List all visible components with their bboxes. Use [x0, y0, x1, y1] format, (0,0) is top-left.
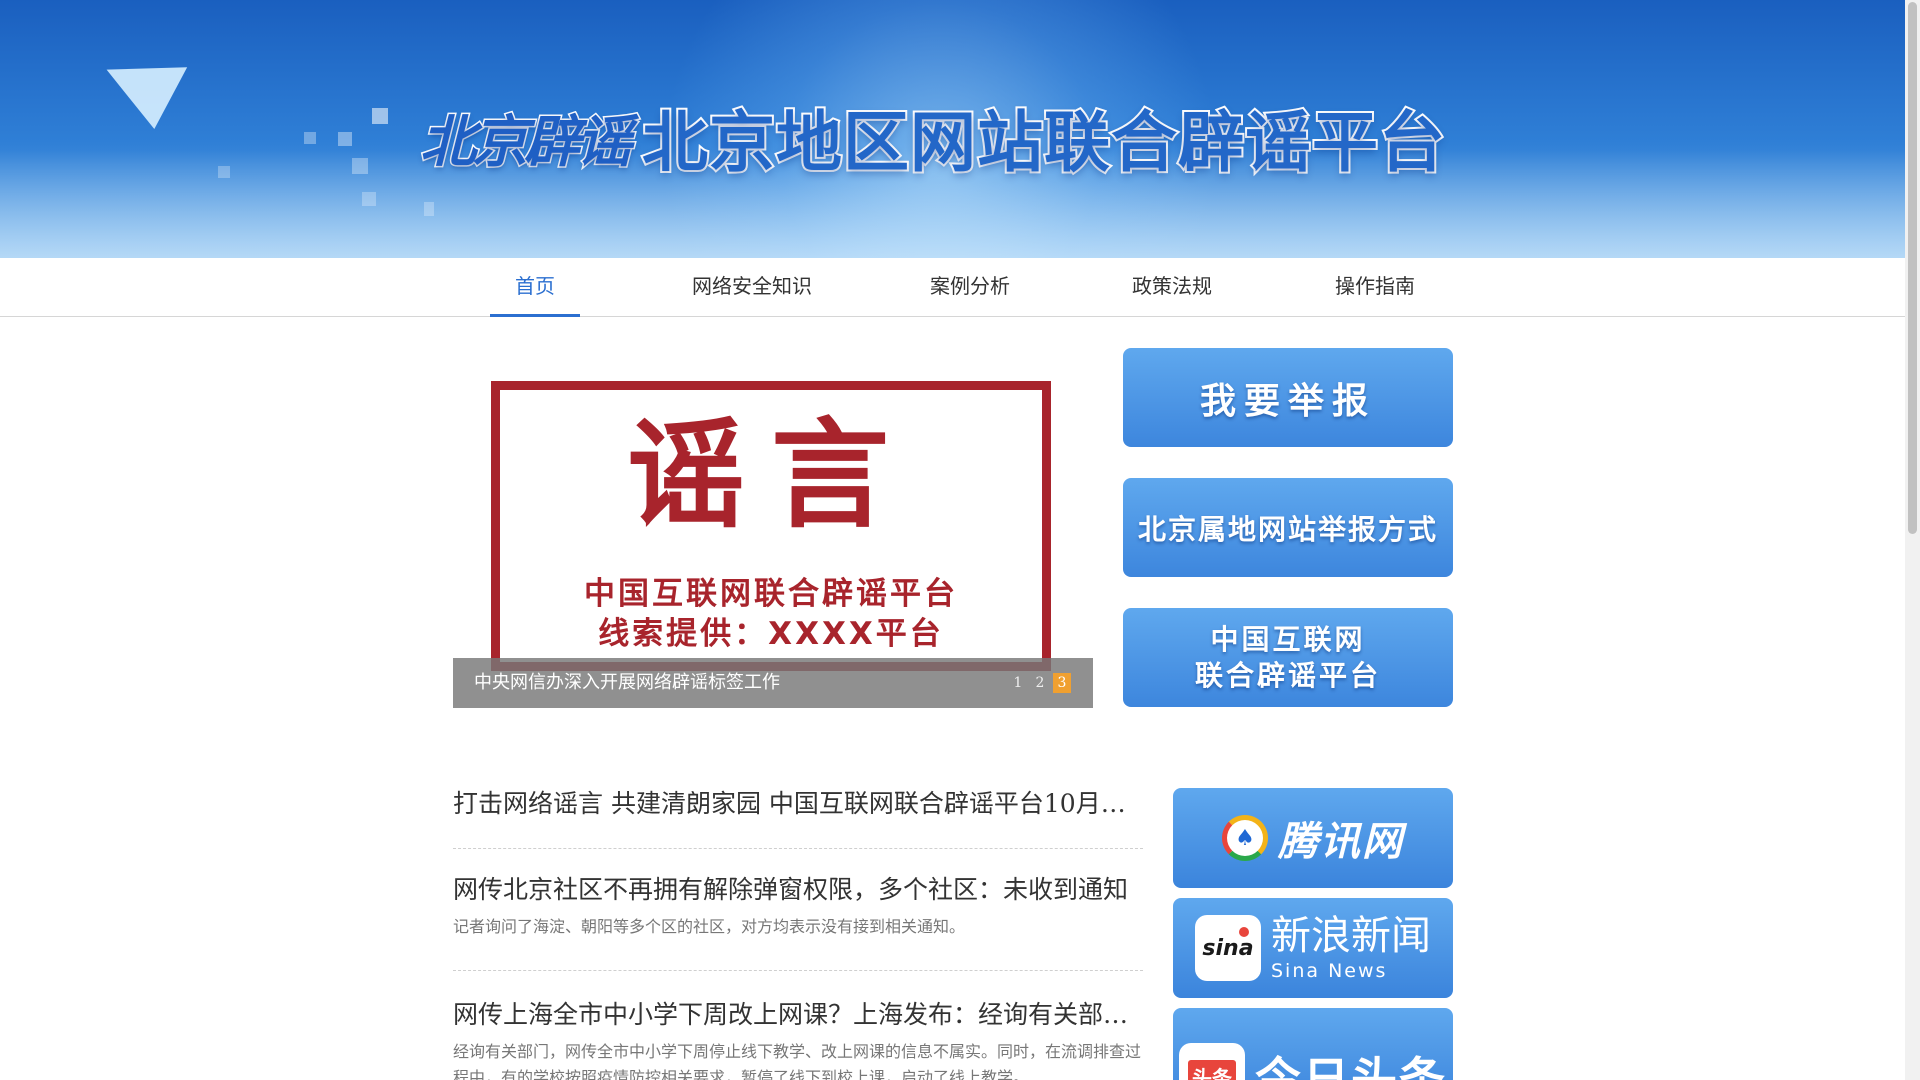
report-button[interactable]: 我要举报	[1123, 348, 1453, 447]
paper-plane-icon	[74, 24, 188, 130]
tencent-news-link[interactable]: ♠ 腾讯网	[1173, 788, 1453, 888]
china-piyao-platform-button[interactable]: 中国互联网 联合辟谣平台	[1123, 608, 1453, 707]
news-title[interactable]: 网传北京社区不再拥有解除弹窗权限，多个社区：未收到通知	[453, 873, 1143, 907]
slider-caption[interactable]: 中央网信办深入开展网络辟谣标签工作 1 2 3	[453, 658, 1093, 708]
toutiao-logo-icon: 头条	[1179, 1043, 1245, 1080]
toutiao-link[interactable]: 头条 今日头条	[1173, 1008, 1453, 1080]
news-summary: 经询有关部门，网传全市中小学下周停止线下教学、改上网课的信息不属实。同时，在流调…	[453, 1042, 1142, 1080]
news-list: 打击网络谣言 共建清朗家园 中国互联网联合辟谣平台10月辟谣榜 网传北京社区不再…	[453, 770, 1143, 1080]
slider-image[interactable]: 谣言 中国互联网联合辟谣平台 线索提供：XXXX平台	[491, 381, 1051, 671]
tencent-name: 腾讯网	[1278, 819, 1404, 865]
nav-item-case-analysis[interactable]: 案例分析	[920, 258, 1020, 317]
toutiao-logo-text: 头条	[1188, 1059, 1236, 1080]
slider-pagination: 1 2 3	[1009, 673, 1071, 693]
nav-item-guide[interactable]: 操作指南	[1325, 258, 1425, 317]
sina-name-cn: 新浪新闻	[1271, 912, 1431, 959]
banner-decor-square	[218, 166, 230, 178]
nav-item-home[interactable]: 首页	[490, 258, 580, 317]
banner-decor-square	[304, 132, 316, 144]
banner-decor-square	[352, 158, 368, 174]
news-title[interactable]: 网传上海全市中小学下周改上网课？上海发布：经询有关部门...	[453, 998, 1143, 1032]
beijing-piyao-logo: 北京辟谣	[419, 108, 634, 176]
slider-image-line1: 中国互联网联合辟谣平台	[584, 576, 958, 612]
scrollbar-thumb[interactable]	[1908, 2, 1917, 534]
toutiao-name: 今日头条	[1255, 1052, 1447, 1080]
page-scrollbar[interactable]	[1905, 0, 1920, 1080]
banner-decor-square	[362, 192, 376, 206]
slider-image-headline: 谣言	[626, 406, 915, 544]
beijing-report-methods-button[interactable]: 北京属地网站举报方式	[1123, 478, 1453, 577]
slider-image-line2: 线索提供：XXXX平台	[598, 616, 944, 652]
slider-page-dot[interactable]: 2	[1031, 673, 1049, 693]
sina-name-en: Sina News	[1271, 959, 1388, 982]
site-brand[interactable]: 北京辟谣 北京地区网站联合辟谣平台	[419, 92, 1448, 183]
tencent-logo-icon: ♠	[1222, 815, 1268, 861]
news-summary: 记者询问了海淀、朝阳等多个区的社区，对方均表示没有接到相关通知。	[453, 917, 966, 936]
sina-wordmark: 新浪新闻 Sina News	[1271, 916, 1431, 981]
sina-logo-icon: sina	[1195, 915, 1261, 981]
slider-caption-text[interactable]: 中央网信办深入开展网络辟谣标签工作	[474, 672, 780, 693]
list-item: 打击网络谣言 共建清朗家园 中国互联网联合辟谣平台10月辟谣榜	[453, 770, 1143, 849]
news-slider[interactable]: 谣言 中国互联网联合辟谣平台 线索提供：XXXX平台 中央网信办深入开展网络辟谣…	[453, 348, 1093, 708]
site-title: 北京地区网站联合辟谣平台	[640, 102, 1447, 183]
banner-decor-square	[338, 132, 352, 146]
slider-page-dot[interactable]: 1	[1009, 673, 1027, 693]
sina-news-link[interactable]: sina 新浪新闻 Sina News	[1173, 898, 1453, 998]
sina-eye-icon	[1239, 927, 1249, 937]
banner-decor-square	[372, 108, 388, 124]
sina-logo-text: sina	[1202, 935, 1254, 961]
main-nav: 首页 网络安全知识 案例分析 政策法规 操作指南	[0, 258, 1905, 317]
list-item: 网传上海全市中小学下周改上网课？上海发布：经询有关部门... 经询有关部门，网传…	[453, 971, 1143, 1080]
nav-item-security-knowledge[interactable]: 网络安全知识	[680, 258, 824, 317]
banner-decor-square	[424, 202, 434, 216]
list-item: 网传北京社区不再拥有解除弹窗权限，多个社区：未收到通知 记者询问了海淀、朝阳等多…	[453, 849, 1143, 971]
news-title[interactable]: 打击网络谣言 共建清朗家园 中国互联网联合辟谣平台10月辟谣榜	[453, 787, 1143, 821]
nav-item-policies[interactable]: 政策法规	[1122, 258, 1222, 317]
slider-page-dot-active[interactable]: 3	[1053, 673, 1071, 693]
header-banner: 北京辟谣 北京地区网站联合辟谣平台	[0, 0, 1905, 258]
